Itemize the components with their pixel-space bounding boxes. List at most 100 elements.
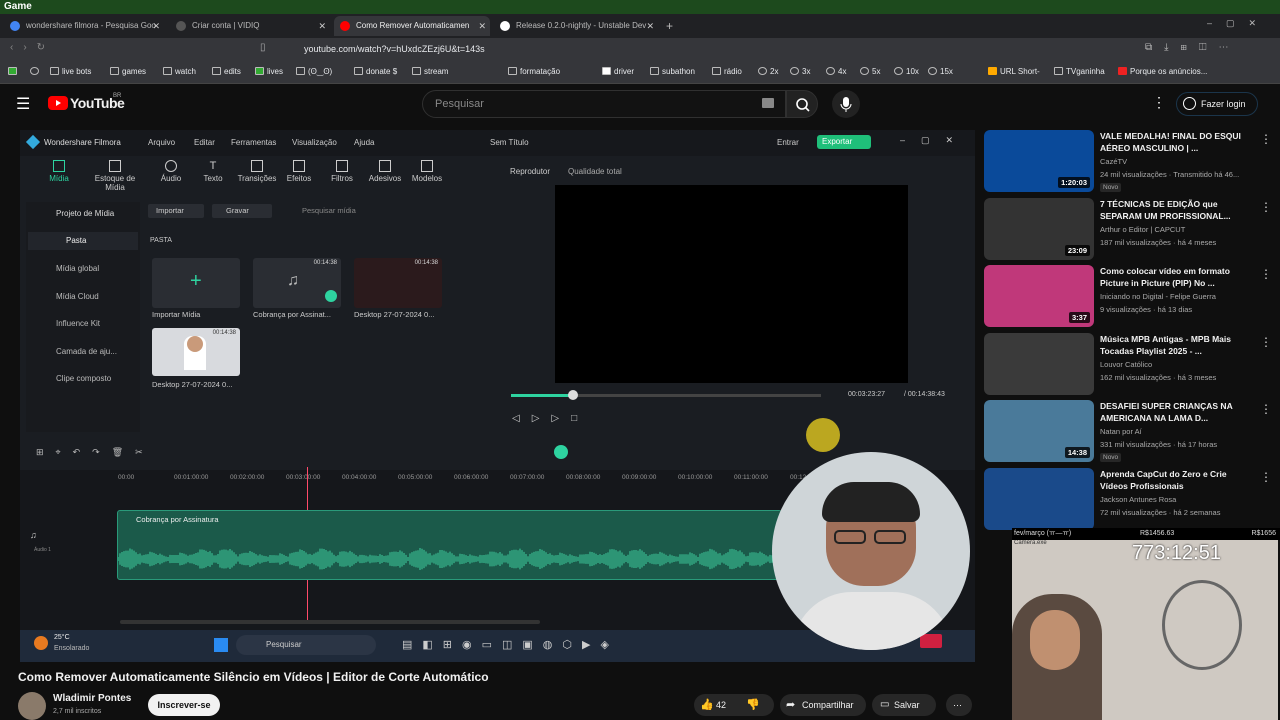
- recommendation-channel[interactable]: Natan por Aí: [1100, 427, 1142, 436]
- recommendation-item[interactable]: 1:20:03 VALE MEDALHA! FINAL DO ESQUI AÉRE…: [984, 130, 1274, 194]
- bookmark-item[interactable]: [8, 64, 20, 80]
- bookmark-item[interactable]: 4x: [826, 64, 846, 80]
- recommendation-title[interactable]: VALE MEDALHA! FINAL DO ESQUI AÉREO MASCU…: [1100, 130, 1250, 154]
- bookmark-item[interactable]: (ʘ‿ʘ): [296, 64, 332, 80]
- menu-icon[interactable]: ☰: [16, 94, 30, 114]
- recommendation-channel[interactable]: CazéTV: [1100, 157, 1127, 166]
- taskbar-app-icons[interactable]: ▤◧⊞◉▭◫▣◍⬡▶◈: [402, 638, 619, 651]
- audio-clip[interactable]: Cobrança por Assinatura: [117, 510, 782, 580]
- keyboard-icon[interactable]: [762, 98, 774, 108]
- bookmark-icon[interactable]: ▯: [260, 42, 266, 53]
- record-button[interactable]: Gravar: [212, 204, 272, 218]
- media-video-tile[interactable]: 00:14:38: [354, 258, 442, 308]
- search-input[interactable]: Pesquisar: [422, 90, 786, 118]
- close-icon[interactable]: ✕: [152, 16, 160, 36]
- bookmark-item[interactable]: [30, 64, 42, 80]
- window-controls[interactable]: –▢✕: [1207, 18, 1270, 29]
- recommendation-thumbnail[interactable]: 23:09: [984, 197, 1094, 260]
- recommendation-channel[interactable]: Arthur o Editor | CAPCUT: [1100, 225, 1185, 234]
- more-icon[interactable]: ⋮: [1260, 200, 1272, 214]
- windows-start-icon[interactable]: [214, 638, 228, 652]
- subscribe-button[interactable]: Inscrever-se: [148, 694, 220, 716]
- bookmark-item[interactable]: 3x: [790, 64, 810, 80]
- more-icon[interactable]: ⋮: [1152, 94, 1166, 111]
- tool-audio[interactable]: Áudio: [148, 160, 194, 183]
- tool-stock[interactable]: Estoque de Mídia: [84, 160, 146, 192]
- more-icon[interactable]: ⋮: [1260, 267, 1272, 281]
- close-icon[interactable]: ✕: [318, 16, 326, 36]
- bookmark-item[interactable]: driver: [602, 64, 634, 80]
- recommendation-item[interactable]: 3:37 Como colocar vídeo em formato Pictur…: [984, 265, 1274, 329]
- recommendation-item[interactable]: Aprenda CapCut do Zero e Crie Vídeos Pro…: [984, 467, 1274, 532]
- recommendation-item[interactable]: 14:38 DESAFIEI SUPER CRIANÇAS NA AMERICAN…: [984, 400, 1274, 464]
- more-icon[interactable]: ⋮: [1260, 470, 1272, 484]
- more-actions-button[interactable]: ⋯: [946, 694, 972, 716]
- tool-templates[interactable]: Modelos: [404, 160, 450, 183]
- bookmark-item[interactable]: rádio: [712, 64, 742, 80]
- menu-visualizacao[interactable]: Visualização: [292, 138, 337, 147]
- bookmark-item[interactable]: 10x: [894, 64, 919, 80]
- bookmark-item[interactable]: subathon: [650, 64, 695, 80]
- recommendation-title[interactable]: Aprenda CapCut do Zero e Crie Vídeos Pro…: [1100, 468, 1250, 492]
- tab-vidiq[interactable]: Criar conta | VIDIQ ✕: [170, 16, 330, 36]
- more-icon[interactable]: ⋮: [1260, 335, 1272, 349]
- bookmark-item[interactable]: 15x: [928, 64, 953, 80]
- recommendation-item[interactable]: Música MPB Antigas - MPB Mais Tocadas Pl…: [984, 332, 1274, 397]
- new-tab-button[interactable]: +: [660, 16, 680, 36]
- sidebar-influence-kit[interactable]: Influence Kit: [56, 319, 100, 328]
- channel-name[interactable]: Wladimir Pontes: [53, 693, 131, 704]
- youtube-logo-icon[interactable]: [48, 96, 68, 110]
- recommendation-title[interactable]: 7 TÉCNICAS DE EDIÇÃO que SEPARAM UM PROF…: [1100, 198, 1250, 222]
- timeline-toolbar[interactable]: ⊞⌖↶↷🗑✂: [36, 447, 155, 458]
- media-search-input[interactable]: Pesquisar mídia: [284, 204, 434, 218]
- bookmark-item[interactable]: donate $: [354, 64, 397, 80]
- bookmark-item[interactable]: 2x: [758, 64, 778, 80]
- video-player[interactable]: Wondershare Filmora Arquivo Editar Ferra…: [20, 130, 975, 662]
- bookmark-item[interactable]: stream: [412, 64, 448, 80]
- recommendation-channel[interactable]: Louvor Católico: [1100, 360, 1152, 369]
- recommendation-thumbnail[interactable]: 1:20:03: [984, 130, 1094, 192]
- bookmark-item[interactable]: URL Short-: [988, 64, 1040, 80]
- sidebar-compound-clip[interactable]: Clipe composto: [56, 374, 111, 383]
- sidebar-cloud-media[interactable]: Mídia Cloud: [56, 292, 99, 301]
- bookmark-item[interactable]: 5x: [860, 64, 880, 80]
- media-video-tile[interactable]: 00:14:38: [152, 328, 240, 376]
- tab-youtube[interactable]: Como Remover Automaticamen ✕: [334, 16, 490, 36]
- nav-buttons[interactable]: ‹›↻: [10, 42, 55, 53]
- tool-filters[interactable]: Filtros: [319, 160, 365, 183]
- close-icon[interactable]: ✕: [646, 16, 654, 36]
- more-icon[interactable]: ⋮: [1260, 402, 1272, 416]
- bookmark-item[interactable]: lives: [255, 64, 283, 80]
- recommendation-item[interactable]: 23:09 7 TÉCNICAS DE EDIÇÃO que SEPARAM UM…: [984, 197, 1274, 262]
- login-button[interactable]: Fazer login: [1176, 92, 1258, 116]
- playback-controls[interactable]: ◁▷▷□: [512, 413, 589, 424]
- sidebar-global-media[interactable]: Mídia global: [56, 264, 99, 273]
- quality-select[interactable]: Qualidade total: [568, 167, 622, 176]
- dislike-icon[interactable]: 👎: [746, 694, 760, 716]
- tool-media[interactable]: Mídia: [36, 160, 82, 183]
- recommendation-channel[interactable]: Jackson Antunes Rosa: [1100, 495, 1176, 504]
- tool-effects[interactable]: Efeitos: [276, 160, 322, 183]
- enter-button[interactable]: Entrar: [777, 138, 799, 147]
- sidebar-folder[interactable]: Pasta: [66, 236, 86, 245]
- tab-filmora-search[interactable]: wondershare filmora - Pesquisa Goo ✕: [4, 16, 164, 36]
- export-button[interactable]: Exportar: [817, 135, 871, 149]
- bookmark-item[interactable]: watch: [163, 64, 196, 80]
- recommendation-title[interactable]: Como colocar vídeo em formato Picture in…: [1100, 265, 1250, 289]
- channel-avatar[interactable]: [18, 692, 46, 720]
- bookmark-item[interactable]: TVganinha: [1054, 64, 1105, 80]
- bookmark-item[interactable]: live bots: [50, 64, 91, 80]
- close-icon[interactable]: ✕: [478, 16, 486, 36]
- import-media-tile[interactable]: +: [152, 258, 240, 308]
- save-button[interactable]: ▭ Salvar: [872, 694, 936, 716]
- more-icon[interactable]: ⋮: [1260, 132, 1272, 146]
- recommendation-title[interactable]: Música MPB Antigas - MPB Mais Tocadas Pl…: [1100, 333, 1250, 357]
- timeline-scrollbar[interactable]: [120, 620, 540, 624]
- taskbar-search[interactable]: Pesquisar: [236, 635, 376, 655]
- filmora-window-controls[interactable]: –▢✕: [900, 135, 969, 146]
- menu-arquivo[interactable]: Arquivo: [148, 138, 175, 147]
- browser-toolbar-icons[interactable]: ⧉⤓⊞◫⋯: [1145, 42, 1241, 53]
- bookmark-item[interactable]: games: [110, 64, 146, 80]
- sidebar-project-media[interactable]: Projeto de Mídia: [56, 209, 114, 218]
- recommendation-thumbnail[interactable]: [984, 467, 1094, 530]
